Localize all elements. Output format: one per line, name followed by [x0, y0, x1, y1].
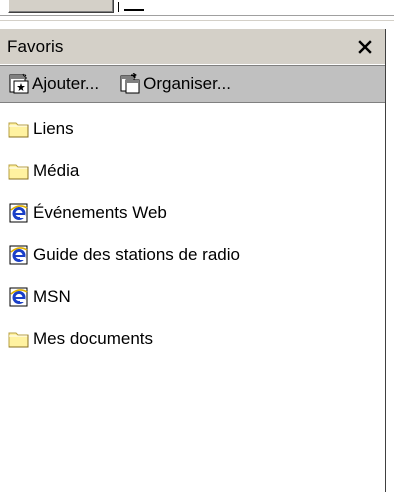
add-favorite-icon [9, 73, 29, 94]
ie-link-icon [9, 245, 28, 265]
organize-favorites-icon [120, 73, 140, 94]
window-top-strip [0, 0, 394, 28]
favorite-item-label: Événements Web [33, 203, 167, 222]
favorite-item-label: Média [33, 161, 80, 180]
favorites-header: Favoris [0, 29, 385, 65]
address-separator [124, 9, 144, 11]
favorites-list: Liens Média Événements Web Guide des sta… [0, 103, 385, 360]
folder-icon [8, 122, 29, 138]
organize-button-label: Organiser... [143, 74, 231, 93]
text-caret [118, 2, 119, 12]
favorite-item-liens[interactable]: Liens [8, 108, 385, 150]
favorite-item-evenements-web[interactable]: Événements Web [8, 192, 385, 234]
add-button[interactable]: Ajouter... [4, 69, 103, 99]
favorites-toolbar: Ajouter... Organiser... [0, 65, 385, 103]
ie-link-icon [9, 287, 28, 307]
favorite-item-label: Liens [33, 119, 74, 138]
close-icon [358, 39, 372, 54]
favorite-item-label: Guide des stations de radio [33, 245, 240, 264]
favorites-title: Favoris [7, 36, 64, 56]
folder-icon [8, 164, 29, 180]
ie-link-icon [9, 203, 28, 223]
address-tab[interactable] [8, 0, 114, 13]
favorite-item-mes-documents[interactable]: Mes documents [8, 318, 385, 360]
top-divider-dark [0, 15, 394, 16]
favorites-pane: Favoris Ajouter... Organiser... Liens Mé… [0, 29, 386, 492]
favorite-item-guide-radio[interactable]: Guide des stations de radio [8, 234, 385, 276]
favorite-item-label: Mes documents [33, 329, 153, 348]
organize-button[interactable]: Organiser... [115, 69, 235, 99]
close-button[interactable] [355, 37, 375, 57]
add-button-label: Ajouter... [32, 74, 100, 93]
folder-icon [8, 332, 29, 348]
favorite-item-label: MSN [33, 287, 71, 306]
top-divider-light [0, 20, 394, 21]
favorite-item-media[interactable]: Média [8, 150, 385, 192]
favorite-item-msn[interactable]: MSN [8, 276, 385, 318]
